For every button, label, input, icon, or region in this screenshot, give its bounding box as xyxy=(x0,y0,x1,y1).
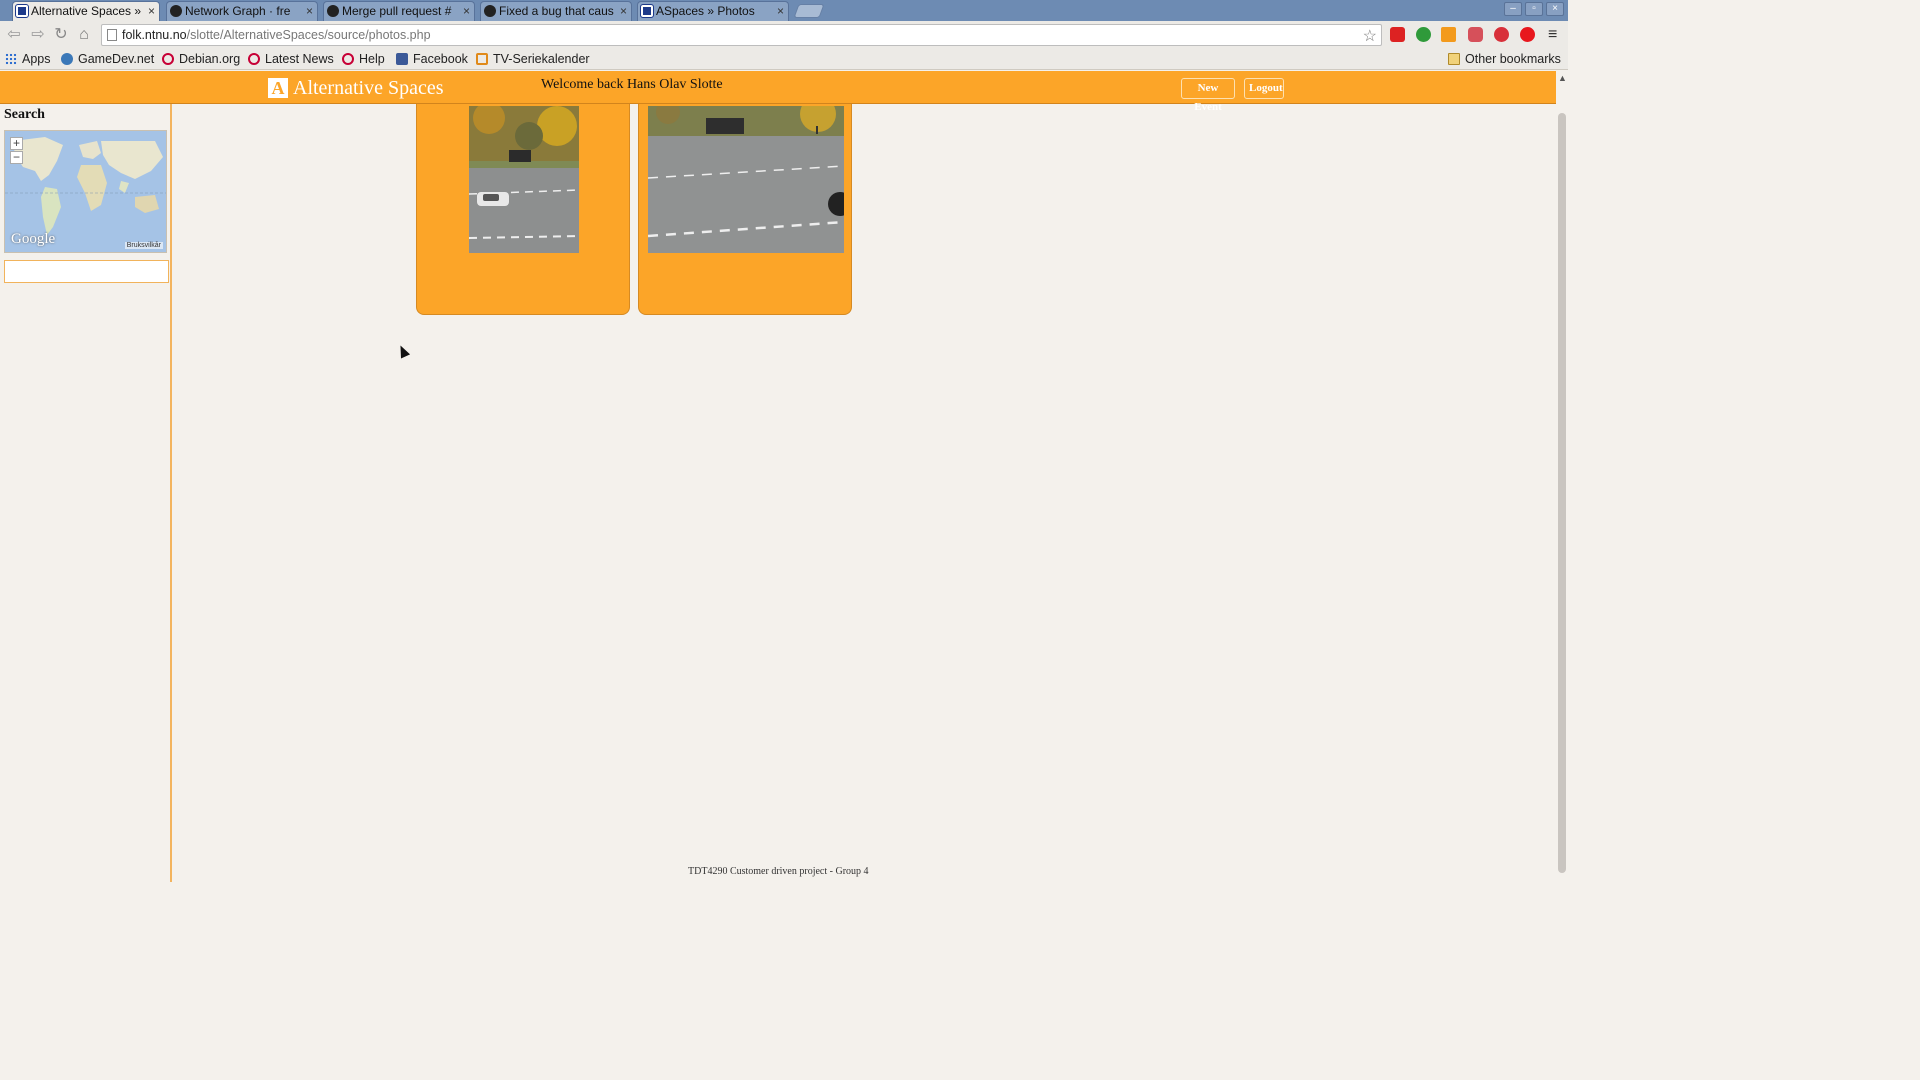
tv-icon xyxy=(476,53,488,65)
url-path: /slotte/AlternativeSpaces/source/photos.… xyxy=(186,28,431,42)
tab-merge-pull-request[interactable]: Merge pull request # × xyxy=(323,1,475,21)
ladybug-icon[interactable] xyxy=(1390,27,1405,42)
site-logo-icon[interactable]: A xyxy=(268,78,288,98)
green-circle-icon[interactable] xyxy=(1416,27,1431,42)
photo-card[interactable] xyxy=(416,104,630,315)
github-icon xyxy=(170,5,182,17)
gamedev-icon xyxy=(61,53,73,65)
bookmark-apps[interactable]: Apps xyxy=(5,51,51,67)
home-icon[interactable]: ⌂ xyxy=(74,25,94,45)
tab-aspaces-photos[interactable]: ASpaces » Photos × xyxy=(637,1,789,21)
bookmark-label: Latest News xyxy=(265,52,334,66)
tab-close-icon[interactable]: × xyxy=(306,2,313,21)
tab-title: Merge pull request # xyxy=(342,4,452,18)
page-icon xyxy=(107,29,117,41)
welcome-message: Welcome back Hans Olav Slotte xyxy=(541,77,723,92)
tab-title: Fixed a bug that caus xyxy=(499,4,614,18)
mouse-cursor-icon xyxy=(395,343,411,359)
map-terms-link[interactable]: Bruksvilkår xyxy=(124,242,163,249)
bookmark-tv-seriekalender[interactable]: TV-Seriekalender xyxy=(476,51,590,67)
bookmark-latest-news[interactable]: Latest News xyxy=(248,51,334,67)
map-zoom-out-button[interactable]: − xyxy=(10,151,23,164)
tab-close-icon[interactable]: × xyxy=(463,2,470,21)
address-bar[interactable]: folk.ntnu.no/slotte/AlternativeSpaces/so… xyxy=(101,24,1382,46)
tab-fixed-a-bug[interactable]: Fixed a bug that caus × xyxy=(480,1,632,21)
bookmark-label: Facebook xyxy=(413,52,468,66)
url-host: folk.ntnu.no xyxy=(122,28,187,42)
tab-close-icon[interactable]: × xyxy=(777,2,784,21)
tab-title: ASpaces » Photos xyxy=(656,4,755,18)
rss-icon[interactable] xyxy=(1441,27,1456,42)
bookmark-gamedev[interactable]: GameDev.net xyxy=(61,51,154,67)
bookmark-facebook[interactable]: Facebook xyxy=(396,51,468,67)
bookmark-label: Debian.org xyxy=(179,52,241,66)
tab-network-graph[interactable]: Network Graph · fre × xyxy=(166,1,318,21)
tab-title: Alternative Spaces » xyxy=(31,4,142,18)
photo-thumbnail[interactable] xyxy=(648,106,844,253)
github-icon xyxy=(484,5,496,17)
red-dot-icon[interactable] xyxy=(1520,27,1535,42)
site-header xyxy=(0,71,1556,104)
search-input[interactable] xyxy=(4,260,169,283)
minimize-button[interactable]: – xyxy=(1504,2,1522,16)
bookmark-label: TV-Seriekalender xyxy=(493,52,590,66)
google-logo[interactable]: Google xyxy=(11,231,55,248)
bookmark-star-icon[interactable]: ☆ xyxy=(1363,26,1377,46)
search-map[interactable]: + − Google Bruksvilkår xyxy=(4,130,167,253)
debian-icon xyxy=(162,53,174,65)
new-event-button[interactable]: New Event xyxy=(1181,78,1235,113)
bookmark-help[interactable]: Help xyxy=(342,51,385,67)
tab-close-icon[interactable]: × xyxy=(620,2,627,21)
chrome-menu-icon[interactable]: ≡ xyxy=(1548,26,1557,44)
alternative-spaces-favicon xyxy=(15,4,29,18)
photo-card[interactable] xyxy=(638,104,852,315)
map-zoom-in-button[interactable]: + xyxy=(10,137,23,150)
debian-icon xyxy=(342,53,354,65)
bookmark-label: GameDev.net xyxy=(78,52,155,66)
apps-grid-icon xyxy=(5,53,17,65)
tab-alternative-spaces[interactable]: Alternative Spaces » × xyxy=(12,1,160,21)
url-text: folk.ntnu.no/slotte/AlternativeSpaces/so… xyxy=(122,28,431,42)
scroll-up-arrow-icon[interactable]: ▲ xyxy=(1558,73,1567,83)
search-heading: Search xyxy=(4,107,45,122)
other-bookmarks[interactable]: Other bookmarks xyxy=(1448,51,1561,67)
tab-close-icon[interactable]: × xyxy=(148,2,155,21)
new-tab-button[interactable] xyxy=(793,4,825,18)
alternative-spaces-favicon xyxy=(640,4,654,18)
facebook-icon xyxy=(396,53,408,65)
pocket-icon[interactable] xyxy=(1468,27,1483,42)
photo-thumbnail[interactable] xyxy=(469,106,579,253)
debian-icon xyxy=(248,53,260,65)
github-icon xyxy=(327,5,339,17)
logout-button[interactable]: Logout xyxy=(1244,78,1284,99)
road-photo-image xyxy=(648,106,844,253)
scrollbar-thumb[interactable] xyxy=(1558,113,1566,873)
tab-title: Network Graph · fre xyxy=(185,4,291,18)
road-photo-image xyxy=(469,106,579,253)
bookmark-debian[interactable]: Debian.org xyxy=(162,51,240,67)
reload-icon[interactable]: ↻ xyxy=(51,25,71,45)
back-arrow-icon[interactable]: ⇦ xyxy=(4,25,24,45)
site-brand-name[interactable]: Alternative Spaces xyxy=(293,77,444,100)
bookmark-label: Apps xyxy=(22,52,51,66)
window-close-button[interactable]: × xyxy=(1546,2,1564,16)
bookmark-label: Help xyxy=(359,52,385,66)
other-bookmarks-label: Other bookmarks xyxy=(1465,52,1561,66)
adblock-icon[interactable] xyxy=(1494,27,1509,42)
restore-button[interactable]: ▫ xyxy=(1525,2,1543,16)
forward-arrow-icon[interactable]: ⇨ xyxy=(28,25,48,45)
folder-icon xyxy=(1448,53,1460,65)
page-footer: TDT4290 Customer driven project - Group … xyxy=(688,866,869,877)
